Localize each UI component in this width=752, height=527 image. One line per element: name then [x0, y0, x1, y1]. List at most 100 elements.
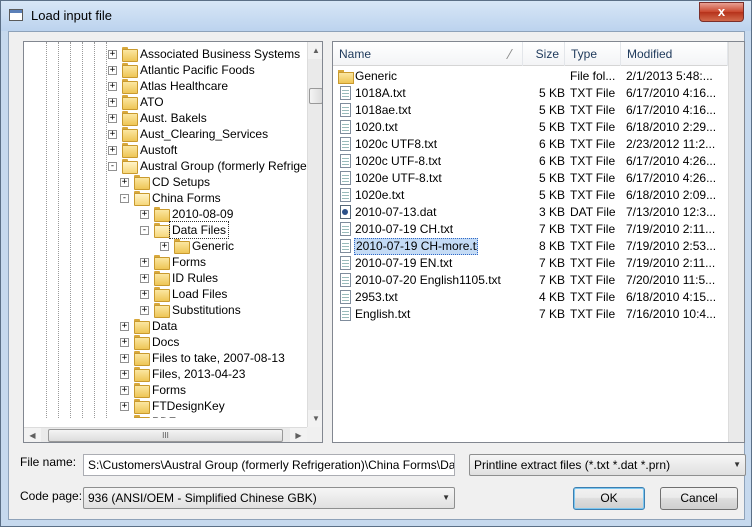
tree-item[interactable]: - China Forms — [24, 190, 307, 206]
expand-icon[interactable]: + — [120, 322, 129, 331]
file-row[interactable]: 1020e UTF-8.txt 5 KB TXT File 6/17/2010 4:2… — [333, 170, 728, 187]
tree-item[interactable]: +PDF — [24, 414, 307, 418]
file-name-cell: 2953.txt — [355, 290, 398, 304]
file-row[interactable]: 1020c UTF-8.txt 6 KB TXT File 6/17/2010 4:2… — [333, 153, 728, 170]
file-row[interactable]: 1020.txt 5 KB TXT File 6/18/2010 2:29... — [333, 119, 728, 136]
tree-item[interactable]: +2010-08-09 — [24, 206, 307, 222]
scroll-left-arrow-icon[interactable]: ◀ — [24, 428, 41, 442]
file-row[interactable]: 2010-07-13.dat 3 KB DAT File 7/13/2010 12:3… — [333, 204, 728, 221]
collapse-icon[interactable]: - — [140, 226, 149, 235]
tree-item[interactable]: - Austral Group (formerly Refriger — [24, 158, 307, 174]
expand-icon[interactable]: + — [140, 290, 149, 299]
file-modified-cell: 6/18/2010 2:29... — [626, 120, 717, 134]
tree-item[interactable]: + Aust_Clearing_Services — [24, 126, 307, 142]
file-row[interactable]: 2010-07-19 CH.txt 7 KB TXT File 7/19/2010 2… — [333, 221, 728, 238]
file-type-filter-select[interactable]: Printline extract files (*.txt *.dat *.p… — [469, 454, 746, 476]
expand-icon[interactable]: + — [120, 402, 129, 411]
text-file-icon — [340, 307, 351, 321]
file-row[interactable]: 1018A.txt 5 KB TXT File 6/17/2010 4:16... — [333, 85, 728, 102]
file-list[interactable]: Name Size Type Modified Generic File fol.… — [332, 41, 745, 443]
tree-item-label: CD Setups — [152, 175, 211, 189]
expand-icon[interactable]: + — [108, 98, 117, 107]
collapse-icon[interactable]: - — [108, 162, 117, 171]
expand-icon[interactable]: + — [120, 354, 129, 363]
column-header-size[interactable]: Size — [523, 42, 565, 66]
expand-icon[interactable]: + — [120, 178, 129, 187]
tree-item[interactable]: + Data — [24, 318, 307, 334]
file-row[interactable]: 2010-07-19 EN.txt 7 KB TXT File 7/19/2010 2… — [333, 255, 728, 272]
file-row[interactable]: English.txt 7 KB TXT File 7/16/2010 10:4... — [333, 306, 728, 323]
file-row[interactable]: 2010-07-19 CH-more.txt 8 KB TXT File 7/19/2… — [333, 238, 728, 255]
code-page-select[interactable]: 936 (ANSI/OEM - Simplified Chinese GBK) … — [83, 487, 455, 509]
file-type-cell: TXT File — [570, 239, 616, 253]
text-file-icon — [340, 188, 351, 202]
folder-icon — [134, 191, 150, 206]
tree-item-label: Load Files — [172, 287, 228, 301]
expand-icon[interactable]: + — [108, 130, 117, 139]
file-row[interactable]: 1020e.txt 5 KB TXT File 6/18/2010 2:09... — [333, 187, 728, 204]
cancel-button[interactable]: Cancel — [660, 487, 738, 510]
expand-icon[interactable]: + — [108, 50, 117, 59]
file-row[interactable]: 2953.txt 4 KB TXT File 6/18/2010 4:15... — [333, 289, 728, 306]
dat-file-icon — [340, 205, 351, 219]
ok-button[interactable]: OK — [573, 487, 645, 510]
file-row[interactable]: 1020c UTF8.txt 6 KB TXT File 2/23/2012 11:2… — [333, 136, 728, 153]
tree-item[interactable]: + Generic — [24, 238, 307, 254]
tree-item[interactable]: + Associated Business Systems — [24, 46, 307, 62]
tree-item[interactable]: + Austoft — [24, 142, 307, 158]
expand-icon[interactable]: + — [140, 258, 149, 267]
tree-item[interactable]: + Forms — [24, 382, 307, 398]
tree-item-label: Austral Group (formerly Refriger — [140, 159, 307, 173]
expand-icon[interactable]: + — [140, 274, 149, 283]
folder-icon — [134, 383, 150, 398]
expand-icon[interactable]: + — [108, 66, 117, 75]
expand-icon[interactable]: + — [108, 114, 117, 123]
scroll-down-arrow-icon[interactable]: ▼ — [308, 410, 322, 427]
tree-item[interactable]: + ID Rules — [24, 270, 307, 286]
app-window-icon — [9, 9, 23, 21]
tree-item[interactable]: + ATO — [24, 94, 307, 110]
tree-item[interactable]: + Forms — [24, 254, 307, 270]
expand-icon[interactable]: + — [108, 82, 117, 91]
tree-item[interactable]: + Aust. Bakels — [24, 110, 307, 126]
expand-icon[interactable]: + — [140, 306, 149, 315]
folder-tree-rows: + Associated Business Systems + Atlantic Pa… — [24, 42, 307, 418]
tree-item[interactable]: + FTDesignKey — [24, 398, 307, 414]
tree-item[interactable]: + Files, 2013-04-23 — [24, 366, 307, 382]
tree-item[interactable]: + CD Setups — [24, 174, 307, 190]
column-header-type[interactable]: Type — [565, 42, 621, 66]
column-header-name[interactable]: Name — [333, 42, 523, 66]
file-type-cell: TXT File — [570, 103, 616, 117]
file-row[interactable]: Generic File fol... 2/1/2013 5:48:... — [333, 68, 728, 85]
tree-item[interactable]: + Atlantic Pacific Foods — [24, 62, 307, 78]
tree-vertical-scrollbar[interactable]: ▲ ▼ — [307, 42, 322, 427]
file-name-field[interactable]: S:\Customers\Austral Group (formerly Ref… — [83, 454, 455, 476]
tree-item[interactable]: + Files to take, 2007-08-13 — [24, 350, 307, 366]
tree-item-label: ID Rules — [172, 271, 219, 285]
column-header-modified[interactable]: Modified — [621, 42, 728, 66]
expand-icon[interactable]: + — [120, 370, 129, 379]
collapse-icon[interactable]: - — [120, 194, 129, 203]
file-row[interactable]: 1018ae.txt 5 KB TXT File 6/17/2010 4:16... — [333, 102, 728, 119]
tree-horizontal-scrollbar[interactable]: ◀ III ▶ — [24, 427, 307, 442]
tree-item-label: China Forms — [152, 191, 221, 205]
tree-item[interactable]: + Atlas Healthcare — [24, 78, 307, 94]
tree-item[interactable]: + Substitutions — [24, 302, 307, 318]
tree-scroll-thumb[interactable] — [309, 88, 322, 104]
file-row[interactable]: 2010-07-20 English1105.txt 7 KB TXT File 7/… — [333, 272, 728, 289]
expand-icon[interactable]: + — [160, 242, 169, 251]
folder-tree[interactable]: + Associated Business Systems + Atlantic Pa… — [23, 41, 323, 443]
tree-item[interactable]: - Data Files — [24, 221, 307, 239]
tree-hscroll-thumb[interactable]: III — [48, 429, 283, 442]
scroll-up-arrow-icon[interactable]: ▲ — [308, 42, 322, 59]
expand-icon[interactable]: + — [120, 386, 129, 395]
close-button[interactable]: x — [699, 2, 744, 22]
expand-icon[interactable]: + — [120, 338, 129, 347]
folder-icon — [122, 111, 138, 126]
tree-item[interactable]: + Docs — [24, 334, 307, 350]
file-list-vertical-scrollbar — [728, 42, 744, 442]
scroll-right-arrow-icon[interactable]: ▶ — [290, 428, 307, 442]
tree-item[interactable]: + Load Files — [24, 286, 307, 302]
expand-icon[interactable]: + — [108, 146, 117, 155]
expand-icon[interactable]: + — [140, 210, 149, 219]
